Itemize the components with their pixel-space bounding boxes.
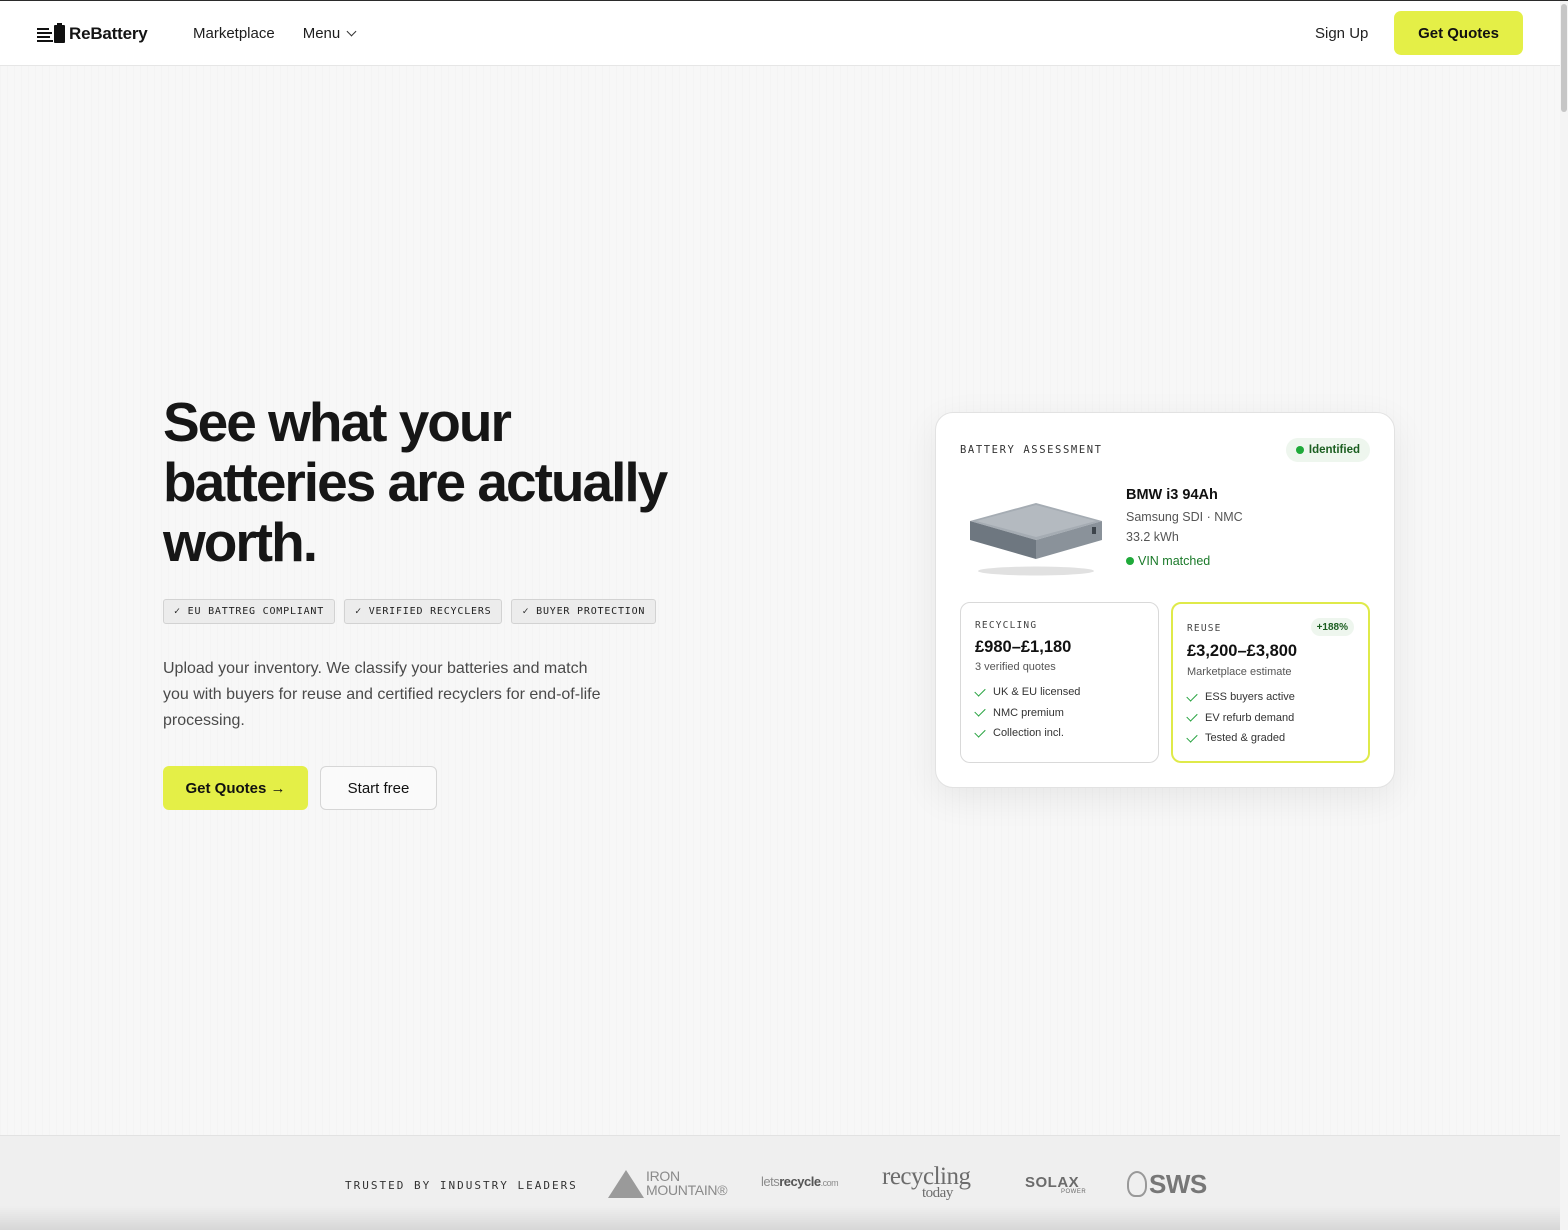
list-item: UK & EU licensed — [974, 682, 1081, 703]
logo-text: today — [922, 1185, 953, 1201]
hero-headline: See what your batteries are actually wor… — [163, 391, 668, 573]
reuse-note: Marketplace estimate — [1187, 666, 1292, 678]
feature-text: NMC premium — [993, 706, 1064, 719]
nav-marketplace-link[interactable]: Marketplace — [193, 25, 275, 42]
main-nav: Marketplace Menu — [193, 25, 357, 42]
check-icon — [974, 705, 986, 717]
logo-text: lets — [761, 1174, 780, 1189]
list-item: ESS buyers active — [1186, 687, 1295, 708]
reuse-label: REUSE — [1187, 623, 1222, 634]
badge-eu-battreg: ✓ EU BATTREG COMPLIANT — [163, 599, 336, 624]
compliance-badges: ✓ EU BATTREG COMPLIANT ✓ VERIFIED RECYCL… — [163, 599, 657, 624]
reuse-option-panel[interactable]: REUSE +188% £3,200–£3,800 Marketplace es… — [1171, 602, 1370, 763]
get-quotes-button[interactable]: Get Quotes → — [163, 766, 308, 810]
recycling-option-panel[interactable]: RECYCLING £980–£1,180 3 verified quotes … — [960, 602, 1159, 763]
hero-description: Upload your inventory. We classify your … — [163, 660, 601, 729]
reuse-uplift-badge: +188% — [1310, 618, 1354, 636]
get-quotes-header-button[interactable]: Get Quotes — [1394, 11, 1523, 55]
logo-text: MOUNTAIN® — [646, 1182, 728, 1198]
start-free-button[interactable]: Start free — [320, 766, 437, 810]
list-item: Collection incl. — [974, 723, 1080, 744]
battery-assessment-card: BATTERY ASSESSMENT Identified BMW i3 94A… — [935, 412, 1395, 788]
scrollbar-thumb[interactable] — [1561, 4, 1567, 112]
chevron-down-icon — [346, 26, 357, 37]
recycling-label: RECYCLING — [975, 620, 1038, 631]
list-item: NMC premium — [974, 703, 1080, 724]
list-item: EV refurb demand — [1186, 708, 1295, 729]
recycling-note: 3 verified quotes — [975, 661, 1056, 673]
logo-text: SWS — [1149, 1169, 1207, 1199]
battery-pack-image — [970, 503, 1102, 576]
list-item: Tested & graded — [1186, 728, 1295, 749]
feature-text: Collection incl. — [993, 727, 1064, 740]
vin-label: VIN matched — [1138, 554, 1211, 568]
logo-text: .com — [820, 1178, 839, 1188]
check-icon — [1186, 710, 1198, 722]
nav-menu-dropdown[interactable]: Menu — [302, 25, 357, 42]
scrollbar-track[interactable] — [1560, 1, 1568, 1230]
brand-name: ReBattery — [69, 24, 148, 43]
solax-power-logo: SOLAX POWER — [1025, 1174, 1086, 1195]
feature-text: UK & EU licensed — [993, 686, 1081, 699]
top-navbar: ReBattery Marketplace Menu Sign Up Get Q… — [0, 1, 1560, 66]
status-label: Identified — [1308, 444, 1360, 456]
trusted-label: TRUSTED BY INDUSTRY LEADERS — [345, 1179, 578, 1192]
check-icon — [974, 685, 986, 697]
battery-model: BMW i3 94Ah — [1126, 487, 1218, 503]
status-dot-icon — [1295, 446, 1304, 454]
recycling-price: £980–£1,180 — [975, 638, 1072, 656]
check-icon — [1186, 731, 1198, 743]
iron-mountain-wordmark: IRON MOUNTAIN® — [646, 1169, 728, 1198]
flame-icon — [1127, 1171, 1147, 1197]
logo-text: POWER — [1061, 1189, 1087, 1195]
vin-match-status: VIN matched — [1126, 554, 1210, 568]
mountain-icon — [608, 1170, 644, 1198]
letsrecycle-logo: letsrecycle.com — [761, 1174, 839, 1189]
vin-dot-icon — [1126, 557, 1134, 565]
check-icon — [974, 726, 986, 738]
battery-manufacturer: Samsung SDI · NMC — [1126, 510, 1243, 524]
identified-status-badge: Identified — [1285, 438, 1370, 462]
feature-text: Tested & graded — [1205, 732, 1286, 745]
feature-text: EV refurb demand — [1205, 711, 1295, 724]
card-title: BATTERY ASSESSMENT — [960, 444, 1103, 456]
iron-mountain-logo: IRON MOUNTAIN® — [608, 1166, 728, 1200]
brand-logo[interactable]: ReBattery — [37, 23, 148, 45]
nav-menu-label: Menu — [302, 25, 341, 42]
badge-buyer-protection: ✓ BUYER PROTECTION — [511, 599, 657, 624]
reuse-features: ESS buyers active EV refurb demand Teste… — [1186, 687, 1295, 749]
sign-up-link[interactable]: Sign Up — [1315, 25, 1368, 42]
badge-verified-recyclers: ✓ VERIFIED RECYCLERS — [344, 599, 503, 624]
recycling-today-logo: recycling today — [882, 1164, 971, 1201]
recycling-features: UK & EU licensed NMC premium Collection … — [974, 682, 1081, 744]
sws-logo: SWS — [1127, 1169, 1207, 1200]
reuse-price: £3,200–£3,800 — [1187, 642, 1298, 660]
battery-capacity: 33.2 kWh — [1126, 530, 1179, 544]
battery-logo-icon — [37, 23, 67, 44]
logo-text: recycle — [779, 1174, 821, 1189]
bottom-fade — [0, 1206, 1560, 1230]
feature-text: ESS buyers active — [1205, 691, 1295, 704]
check-icon — [1186, 690, 1198, 702]
